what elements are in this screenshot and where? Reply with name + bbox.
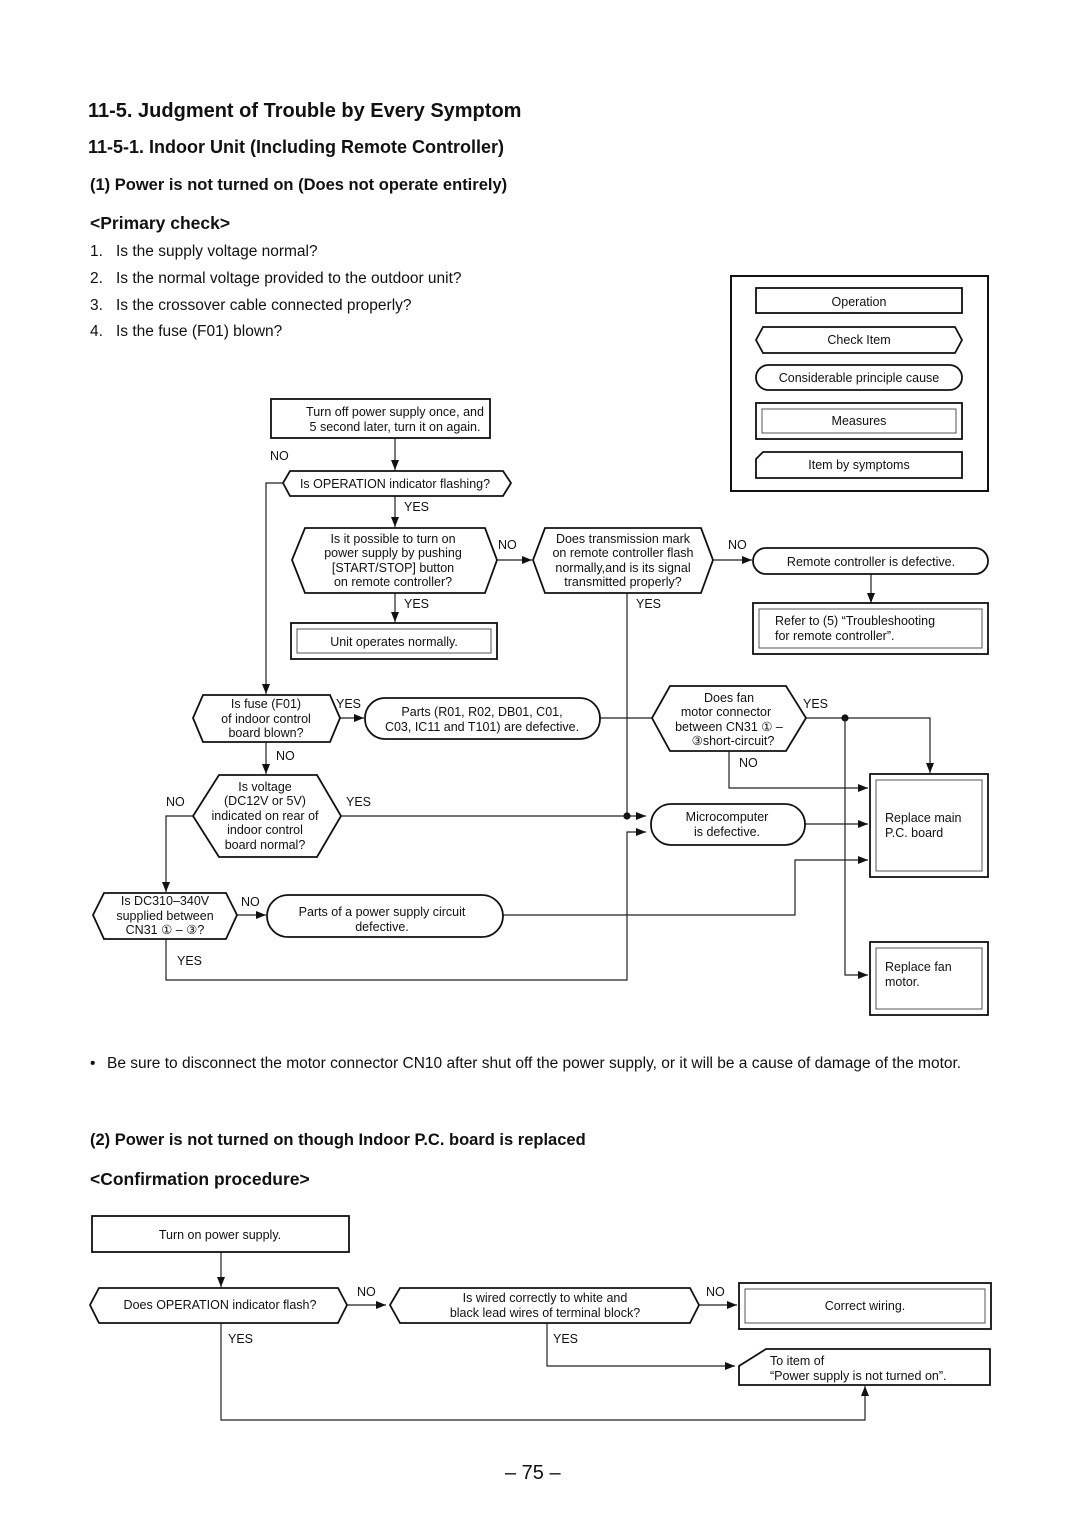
node-text: for remote controller”. — [775, 629, 894, 643]
node-text: defective. — [355, 920, 409, 934]
node-text: Turn on power supply. — [159, 1228, 281, 1242]
branch-label-no: NO — [276, 749, 295, 763]
node-text: on remote controller flash — [552, 546, 693, 560]
node-text: Is fuse (F01) — [231, 697, 301, 711]
branch-label-yes: YES — [336, 697, 361, 711]
node-text: Is voltage — [238, 780, 292, 794]
node-text: Does OPERATION indicator flash? — [124, 1298, 317, 1312]
node-turn-on-power: Turn on power supply. — [91, 1215, 350, 1253]
node-text: Parts of a power supply circuit — [299, 905, 466, 919]
node-text: transmitted properly? — [564, 575, 681, 589]
node-unit-normal: Unit operates normally. — [290, 622, 498, 660]
branch-label-no: NO — [357, 1285, 376, 1299]
node-micro-defective: Microcomputer is defective. — [650, 803, 806, 846]
node-to-item: To item of “Power supply is not turned o… — [738, 1348, 991, 1386]
node-refer-remote: Refer to (5) “Troubleshooting for remote… — [752, 602, 989, 655]
branch-label-yes: YES — [404, 597, 429, 611]
legend-box: Operation Check Item Considerable princi… — [730, 275, 989, 492]
node-text: power supply by pushing — [324, 546, 462, 560]
branch-label-no: NO — [739, 756, 758, 770]
node-text: Turn off power supply once, and — [306, 405, 484, 419]
branch-label-yes: YES — [553, 1332, 578, 1346]
node-replace-fan-motor: Replace fan motor. — [869, 941, 989, 1016]
node-text: on remote controller? — [334, 575, 452, 589]
node-text: 5 second later, turn it on again. — [310, 420, 481, 434]
node-text: Does transmission mark — [556, 532, 691, 546]
node-text: Is OPERATION indicator flashing? — [300, 477, 490, 491]
node-text: normally,and is its signal — [555, 561, 690, 575]
branch-label-yes: YES — [346, 795, 371, 809]
node-q-wired-correctly: Is wired correctly to white and black le… — [388, 1287, 701, 1324]
node-q-fan-motor: Does fan motor connector between CN31 ① … — [650, 685, 808, 752]
node-text: indicated on rear of — [211, 809, 319, 823]
node-q-start-stop: Is it possible to turn on power supply b… — [291, 527, 498, 594]
node-q-voltage: Is voltage (DC12V or 5V) indicated on re… — [191, 774, 343, 858]
node-q-dc310: Is DC310–340V supplied between CN31 ① – … — [92, 892, 238, 940]
branch-label-yes: YES — [404, 500, 429, 514]
node-text: motor. — [885, 975, 920, 989]
flowchart-diagram: Operation Check Item Considerable princi… — [88, 275, 992, 1421]
node-correct-wiring: Correct wiring. — [738, 1282, 992, 1330]
node-text: Parts (R01, R02, DB01, C01, — [401, 705, 562, 719]
node-text: Refer to (5) “Troubleshooting — [775, 614, 935, 628]
legend-symptoms-label: Item by symptoms — [808, 458, 909, 472]
node-text: [START/STOP] button — [332, 561, 454, 575]
node-text: motor connector — [681, 705, 771, 719]
node-text: P.C. board — [885, 826, 943, 840]
node-power-circuit: Parts of a power supply circuit defectiv… — [266, 894, 504, 938]
node-text: Is DC310–340V — [121, 894, 210, 908]
node-turn-off-power: Turn off power supply once, and 5 second… — [270, 398, 491, 439]
node-text: board normal? — [225, 838, 306, 852]
legend-cause-label: Considerable principle cause — [779, 371, 940, 385]
branch-label-yes: YES — [228, 1332, 253, 1346]
node-text: Microcomputer — [686, 810, 769, 824]
flow2-connectors — [217, 1251, 869, 1421]
node-text: Replace main — [885, 811, 961, 825]
node-q-fuse: Is fuse (F01) of indoor control board bl… — [192, 694, 341, 743]
branch-label-no: NO — [706, 1285, 725, 1299]
branch-label-no: NO — [166, 795, 185, 809]
node-text: Unit operates normally. — [330, 635, 458, 649]
node-text: of indoor control — [221, 712, 311, 726]
node-text: CN31 ① – ③? — [126, 923, 205, 937]
node-text: Remote controller is defective. — [787, 555, 955, 569]
node-q-operation-flashing: Is OPERATION indicator flashing? — [281, 470, 513, 497]
branch-label-yes: YES — [803, 697, 828, 711]
branch-label-yes: YES — [636, 597, 661, 611]
node-text: Is it possible to turn on — [330, 532, 455, 546]
branch-label-no: NO — [728, 538, 747, 552]
node-q-transmission: Does transmission mark on remote control… — [532, 527, 714, 594]
node-text: between CN31 ① – — [675, 720, 783, 734]
branch-label-no: NO — [241, 895, 260, 909]
node-text: Does fan — [704, 691, 754, 705]
node-text: Correct wiring. — [825, 1299, 906, 1313]
node-text: is defective. — [694, 825, 760, 839]
legend-measures-label: Measures — [832, 414, 887, 428]
node-text: C03, IC11 and T101) are defective. — [385, 720, 579, 734]
branch-label-no: NO — [498, 538, 517, 552]
node-text: Is wired correctly to white and — [463, 1291, 628, 1305]
node-replace-main-board: Replace main P.C. board — [869, 773, 989, 878]
node-text: board blown? — [228, 726, 303, 740]
node-text: (DC12V or 5V) — [224, 794, 306, 808]
node-text: indoor control — [227, 823, 303, 837]
branch-label-yes: YES — [177, 954, 202, 968]
node-text: supplied between — [116, 909, 213, 923]
node-parts-defective: Parts (R01, R02, DB01, C01, C03, IC11 an… — [364, 697, 601, 740]
node-remote-defective: Remote controller is defective. — [752, 547, 989, 575]
legend-operation-label: Operation — [832, 295, 887, 309]
node-q-operation-flash: Does OPERATION indicator flash? — [88, 1287, 349, 1324]
node-text: black lead wires of terminal block? — [450, 1306, 640, 1320]
node-text: Replace fan — [885, 960, 952, 974]
node-text: “Power supply is not turned on”. — [770, 1369, 946, 1383]
node-text: ③short-circuit? — [692, 734, 775, 748]
legend-check-label: Check Item — [827, 333, 890, 347]
node-text: To item of — [770, 1354, 825, 1368]
branch-label-no: NO — [270, 449, 289, 463]
